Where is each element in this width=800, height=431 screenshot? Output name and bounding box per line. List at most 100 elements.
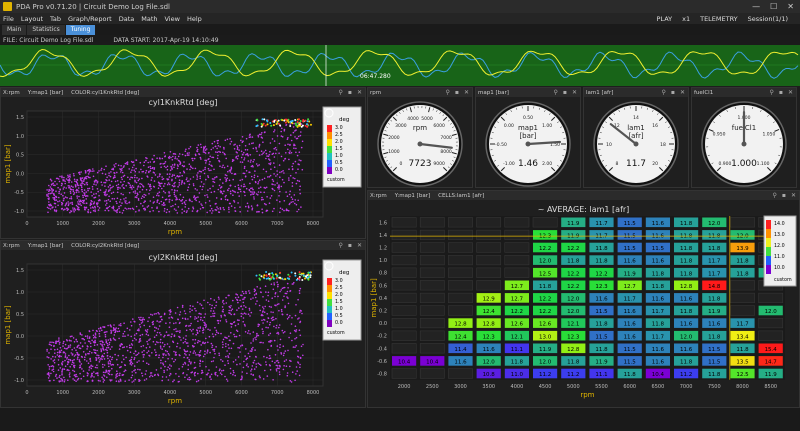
speed-selector[interactable]: x1: [682, 15, 690, 23]
minimize-button[interactable]: —: [752, 2, 760, 11]
heatmap-empty-cell[interactable]: [758, 318, 784, 329]
play-button[interactable]: PLAY: [657, 15, 673, 23]
lock-icon[interactable]: ▪: [455, 89, 459, 96]
heatmap-empty-cell[interactable]: [391, 368, 417, 379]
close-icon[interactable]: ✕: [572, 89, 577, 96]
pin-icon[interactable]: ⚲: [338, 89, 342, 96]
lock-icon[interactable]: ▪: [348, 89, 352, 96]
heatmap-empty-cell[interactable]: [448, 217, 473, 228]
heatmap-empty-cell[interactable]: [504, 229, 530, 240]
heatmap-empty-cell[interactable]: [419, 267, 445, 278]
close-button[interactable]: ✕: [787, 2, 794, 11]
heatmap-cell-value: 11.6: [624, 309, 637, 315]
heatmap-empty-cell[interactable]: [730, 217, 755, 228]
scatter1-x-label: X:rpm: [3, 89, 20, 96]
close-icon[interactable]: ✕: [788, 89, 793, 96]
gauge-tick-label: 0.50: [523, 115, 533, 121]
x-axis-label: rpm: [168, 397, 182, 405]
heatmap-empty-cell[interactable]: [758, 292, 784, 303]
heatmap-empty-cell[interactable]: [476, 267, 502, 278]
heatmap-empty-cell[interactable]: [504, 242, 530, 253]
heatmap-empty-cell[interactable]: [476, 217, 502, 228]
heatmap-empty-cell[interactable]: [419, 292, 445, 303]
close-icon[interactable]: ✕: [791, 192, 796, 199]
menu-data[interactable]: Data: [119, 15, 135, 23]
heatmap-empty-cell[interactable]: [448, 242, 473, 253]
session-selector[interactable]: Session(1/1): [748, 15, 788, 23]
heatmap-empty-cell[interactable]: [419, 343, 445, 354]
heatmap-empty-cell[interactable]: [730, 292, 755, 303]
heatmap-empty-cell[interactable]: [504, 267, 530, 278]
heatmap-empty-cell[interactable]: [419, 318, 445, 329]
heatmap-empty-cell[interactable]: [448, 255, 473, 266]
heatmap-empty-cell[interactable]: [419, 255, 445, 266]
heatmap-empty-cell[interactable]: [730, 305, 755, 316]
close-icon[interactable]: ✕: [680, 89, 685, 96]
close-icon[interactable]: ✕: [357, 89, 362, 96]
heatmap-empty-cell[interactable]: [476, 280, 502, 291]
heatmap-empty-cell[interactable]: [391, 255, 417, 266]
heatmap-empty-cell[interactable]: [419, 242, 445, 253]
close-icon[interactable]: ✕: [357, 242, 362, 249]
heatmap-empty-cell[interactable]: [391, 229, 417, 240]
close-icon[interactable]: ✕: [464, 89, 469, 96]
menu-view[interactable]: View: [165, 15, 180, 23]
menu-tab[interactable]: Tab: [50, 15, 61, 23]
heatmap-empty-cell[interactable]: [448, 292, 473, 303]
lock-icon[interactable]: ▪: [671, 89, 675, 96]
tab-tuning[interactable]: Tuning: [65, 25, 96, 35]
tab-statistics[interactable]: Statistics: [27, 25, 65, 35]
heatmap-empty-cell[interactable]: [504, 217, 530, 228]
menu-help[interactable]: Help: [187, 15, 202, 23]
tab-main[interactable]: Main: [2, 25, 27, 35]
heatmap-empty-cell[interactable]: [448, 280, 473, 291]
heatmap-empty-cell[interactable]: [391, 292, 417, 303]
menu-math[interactable]: Math: [141, 15, 157, 23]
heatmap-empty-cell[interactable]: [419, 217, 445, 228]
heatmap-empty-cell[interactable]: [419, 305, 445, 316]
pin-icon[interactable]: ⚲: [772, 192, 776, 199]
scatter2-plot[interactable]: 0 1000 2000 3000 4000 5000 6000 7000 80001.51.00…: [1, 250, 365, 408]
lock-icon[interactable]: ▪: [782, 192, 786, 199]
heatmap-empty-cell[interactable]: [448, 305, 473, 316]
heatmap-empty-cell[interactable]: [476, 242, 502, 253]
heatmap-empty-cell[interactable]: [476, 229, 502, 240]
heatmap-empty-cell[interactable]: [391, 280, 417, 291]
heatmap-empty-cell[interactable]: [391, 305, 417, 316]
heatmap-empty-cell[interactable]: [730, 280, 755, 291]
heatmap-empty-cell[interactable]: [391, 343, 417, 354]
heatmap-empty-cell[interactable]: [391, 242, 417, 253]
heatmap-empty-cell[interactable]: [448, 368, 473, 379]
heatmap-empty-cell[interactable]: [448, 229, 473, 240]
menu-graph-report[interactable]: Graph/Report: [68, 15, 112, 23]
time-trace-chart[interactable]: 06:47.280: [0, 45, 800, 86]
scatter1-plot[interactable]: 0 1000 2000 3000 4000 5000 6000 7000 80001.51.00…: [1, 97, 365, 239]
pin-icon[interactable]: ⚲: [769, 89, 773, 96]
lock-icon[interactable]: ▪: [563, 89, 567, 96]
heatmap-empty-cell[interactable]: [758, 330, 784, 341]
heatmap-empty-cell[interactable]: [532, 217, 558, 228]
menu-file[interactable]: File: [3, 15, 14, 23]
lock-icon[interactable]: ▪: [348, 242, 352, 249]
pin-icon[interactable]: ⚲: [661, 89, 665, 96]
gauge-tick-label: -0.50: [495, 142, 507, 148]
heatmap-plot[interactable]: 11.9 11.7 11.5 11.6 11.8 12.0 12.3 11.9 11.7 11.5…: [368, 200, 799, 408]
heatmap-empty-cell[interactable]: [391, 217, 417, 228]
heatmap-empty-cell[interactable]: [391, 330, 417, 341]
heatmap-empty-cell[interactable]: [476, 255, 502, 266]
pin-icon[interactable]: ⚲: [445, 89, 449, 96]
heatmap-empty-cell[interactable]: [504, 255, 530, 266]
pin-icon[interactable]: ⚲: [553, 89, 557, 96]
heatmap-empty-cell[interactable]: [419, 280, 445, 291]
heatmap-empty-cell[interactable]: [419, 229, 445, 240]
lock-icon[interactable]: ▪: [779, 89, 783, 96]
heatmap-empty-cell[interactable]: [391, 267, 417, 278]
heatmap-empty-cell[interactable]: [419, 368, 445, 379]
telemetry-button[interactable]: TELEMETRY: [700, 15, 738, 23]
heatmap-empty-cell[interactable]: [391, 318, 417, 329]
heatmap-empty-cell[interactable]: [419, 330, 445, 341]
menu-layout[interactable]: Layout: [21, 15, 43, 23]
heatmap-empty-cell[interactable]: [448, 267, 473, 278]
pin-icon[interactable]: ⚲: [338, 242, 342, 249]
maximize-button[interactable]: ☐: [770, 2, 777, 11]
